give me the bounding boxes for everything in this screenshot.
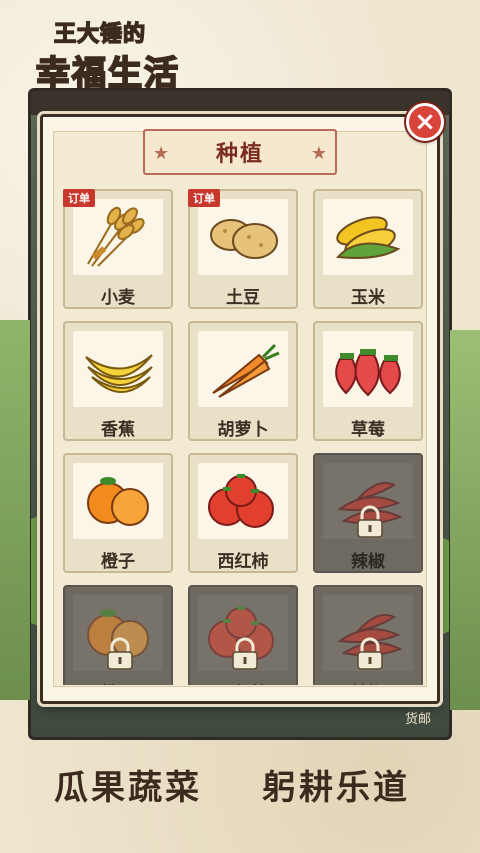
crop-name: 橙子: [65, 679, 171, 685]
crop-name: 西红柿: [190, 679, 296, 685]
crop-name: 辣椒: [351, 552, 385, 572]
slogan-left: 瓜果蔬菜: [54, 768, 202, 808]
lock-icon: [353, 637, 387, 671]
strawberry-icon: [323, 331, 413, 407]
crop-card[interactable]: 胡萝卜: [188, 321, 298, 441]
crop-card[interactable]: 玉米: [313, 189, 423, 309]
crop-card[interactable]: 西红柿: [188, 585, 298, 685]
right-ground-strip: [450, 330, 480, 710]
crop-name: 玉米: [351, 288, 385, 308]
crop-name: 橙子: [101, 552, 135, 572]
crop-name: 香蕉: [101, 420, 135, 440]
crop-card[interactable]: 西红柿: [188, 453, 298, 573]
slogan-right: 躬耕乐道: [262, 768, 410, 808]
order-badge: 订单: [63, 189, 95, 207]
star-icon: ★: [310, 143, 327, 164]
crop-name: 西红柿: [217, 552, 269, 572]
close-button[interactable]: ×: [406, 103, 444, 141]
banana-icon: [73, 331, 163, 407]
scene-top-bar: [31, 91, 449, 115]
close-icon: ×: [414, 107, 436, 137]
star-icon: ★: [153, 143, 170, 164]
crop-card[interactable]: 小麦 订单: [63, 189, 173, 309]
crop-card[interactable]: 土豆 订单: [188, 189, 298, 309]
order-badge: 订单: [188, 189, 220, 207]
crop-card[interactable]: 香蕉: [63, 321, 173, 441]
lock-icon: [353, 505, 387, 539]
orange-icon: [73, 463, 163, 539]
crop-name: 草莓: [351, 420, 385, 440]
crop-card[interactable]: 橙子: [63, 585, 173, 685]
potato-icon: [198, 199, 288, 275]
game-logo: 王大锤的 幸福生活: [35, 14, 186, 95]
crop-name: 胡萝卜: [217, 420, 269, 440]
crop-card[interactable]: 草莓: [313, 321, 423, 441]
crop-card[interactable]: 辣椒: [313, 453, 423, 573]
tomato-icon: [198, 463, 288, 539]
crop-name: 辣椒: [315, 679, 421, 685]
corn-icon: [323, 199, 413, 275]
crop-name: 小麦: [101, 288, 135, 308]
lock-icon: [228, 637, 262, 671]
modal-title: 种植: [215, 142, 264, 167]
crop-name: 土豆: [226, 288, 260, 308]
crop-card[interactable]: 橙子: [63, 453, 173, 573]
scene-corner-label: 货邮: [404, 712, 431, 727]
planting-modal: ★ 种植 ★ 小麦订单土豆订单玉米香蕉胡萝卜草莓橙子西红柿辣椒橙子西红柿辣椒: [40, 114, 440, 704]
crop-card[interactable]: 辣椒: [313, 585, 423, 685]
lock-icon: [103, 637, 137, 671]
logo-line1: 王大锤的: [53, 21, 147, 48]
crop-grid[interactable]: 小麦订单土豆订单玉米香蕉胡萝卜草莓橙子西红柿辣椒橙子西红柿辣椒: [63, 189, 423, 685]
wheat-icon: [73, 199, 163, 275]
left-ground-strip: [0, 320, 30, 700]
carrot-icon: [198, 331, 288, 407]
modal-title-banner: ★ 种植 ★: [143, 129, 337, 175]
